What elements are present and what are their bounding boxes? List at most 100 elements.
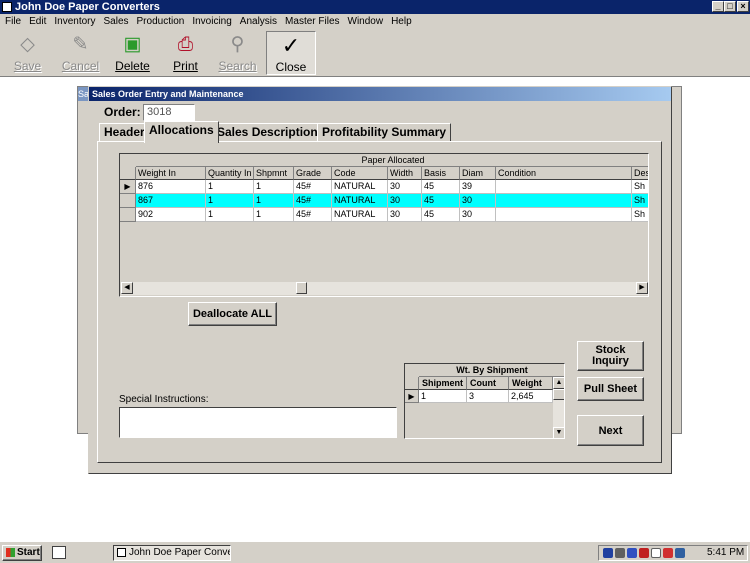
cell-basis[interactable]: 45 (422, 180, 460, 194)
col-weight[interactable]: Weight (509, 377, 553, 390)
print-button[interactable]: ⎙ Print (163, 31, 208, 75)
row-pointer-icon[interactable]: ▶ (405, 390, 419, 403)
clock[interactable]: 5:41 PM (707, 546, 744, 560)
cell-quantity-in[interactable]: 1 (206, 180, 254, 194)
close-button[interactable]: ✓ Close (266, 31, 316, 75)
col-description[interactable]: Des (632, 167, 648, 180)
menu-production[interactable]: Production (132, 14, 188, 29)
pull-sheet-button[interactable]: Pull Sheet (577, 377, 644, 401)
volume-icon[interactable] (675, 548, 685, 558)
col-weight-in[interactable]: Weight In (136, 167, 206, 180)
cancel-button[interactable]: ✎ Cancel (58, 31, 103, 75)
cell-shpmnt[interactable]: 1 (254, 180, 294, 194)
scroll-left-icon[interactable]: ◀ (121, 282, 133, 294)
cell-quantity-in[interactable]: 1 (206, 194, 254, 208)
tab-sales-descriptions[interactable]: Sales Descriptions (212, 123, 330, 142)
scroll-thumb[interactable] (553, 389, 564, 400)
deallocate-all-button[interactable]: Deallocate ALL (188, 302, 277, 326)
cell-count[interactable]: 3 (467, 390, 509, 403)
cell-description[interactable]: Sh (632, 194, 648, 208)
stock-inquiry-button[interactable]: Stock Inquiry (577, 341, 644, 371)
start-button[interactable]: Start (2, 545, 42, 561)
row-selector[interactable] (120, 194, 136, 208)
vertical-scrollbar[interactable]: ▲ ▼ (553, 377, 564, 438)
cell-code[interactable]: NATURAL (332, 208, 388, 222)
cell-weight-in[interactable]: 867 (136, 194, 206, 208)
tray-icon[interactable] (663, 548, 673, 558)
cell-grade[interactable]: 45# (294, 208, 332, 222)
taskbar-app-button[interactable]: John Doe Paper Conve... (113, 545, 231, 561)
scroll-up-icon[interactable]: ▲ (553, 377, 564, 389)
close-window-button[interactable]: × (737, 1, 749, 12)
col-grade[interactable]: Grade (294, 167, 332, 180)
menu-master-files[interactable]: Master Files (280, 14, 342, 29)
delete-button[interactable]: ▣ Delete (110, 31, 155, 75)
col-shipment[interactable]: Shipment (419, 377, 467, 390)
menu-invoicing[interactable]: Invoicing (187, 14, 234, 29)
quick-launch-icon[interactable] (52, 546, 66, 559)
cell-weight-in[interactable]: 876 (136, 180, 206, 194)
minimize-button[interactable]: _ (712, 1, 724, 12)
col-width[interactable]: Width (388, 167, 422, 180)
row-pointer-icon[interactable]: ▶ (120, 180, 136, 194)
menu-inventory[interactable]: Inventory (49, 14, 98, 29)
scroll-down-icon[interactable]: ▼ (553, 427, 564, 438)
tray-icon[interactable] (639, 548, 649, 558)
shield-icon[interactable] (627, 548, 637, 558)
cell-diam[interactable]: 30 (460, 194, 496, 208)
special-instructions-input[interactable] (119, 407, 397, 438)
cell-code[interactable]: NATURAL (332, 194, 388, 208)
col-quantity-in[interactable]: Quantity In (206, 167, 254, 180)
row-selector[interactable] (120, 208, 136, 222)
menu-sales[interactable]: Sales (99, 14, 132, 29)
menu-window[interactable]: Window (343, 14, 387, 29)
next-button[interactable]: Next (577, 415, 644, 446)
cell-weight[interactable]: 2,645 (509, 390, 553, 403)
cell-description[interactable]: Sh (632, 180, 648, 194)
tab-header[interactable]: Header (99, 123, 150, 142)
weight-by-shipment-grid[interactable]: Wt. By Shipment Shipment Count Weight ▶ … (404, 363, 565, 439)
cell-grade[interactable]: 45# (294, 180, 332, 194)
cell-description[interactable]: Sh (632, 208, 648, 222)
cell-diam[interactable]: 30 (460, 208, 496, 222)
menu-edit[interactable]: Edit (24, 14, 49, 29)
cell-basis[interactable]: 45 (422, 194, 460, 208)
scroll-right-icon[interactable]: ▶ (636, 282, 648, 294)
col-diam[interactable]: Diam (460, 167, 496, 180)
col-condition[interactable]: Condition (496, 167, 632, 180)
cell-shpmnt[interactable]: 1 (254, 208, 294, 222)
cell-condition[interactable] (496, 208, 632, 222)
search-button[interactable]: ⚲ Search (215, 31, 260, 75)
scroll-thumb[interactable] (296, 282, 307, 294)
menu-help[interactable]: Help (386, 14, 415, 29)
horizontal-scrollbar[interactable]: ◀ ▶ (121, 282, 648, 295)
col-code[interactable]: Code (332, 167, 388, 180)
tray-icon[interactable] (615, 548, 625, 558)
menu-file[interactable]: File (0, 14, 24, 29)
cell-condition[interactable] (496, 194, 632, 208)
cell-grade[interactable]: 45# (294, 194, 332, 208)
cell-weight-in[interactable]: 902 (136, 208, 206, 222)
tab-allocations[interactable]: Allocations (144, 121, 219, 143)
cell-width[interactable]: 30 (388, 194, 422, 208)
tray-icon[interactable] (603, 548, 613, 558)
menu-analysis[interactable]: Analysis (235, 14, 280, 29)
col-basis[interactable]: Basis (422, 167, 460, 180)
order-number-field[interactable]: 3018 (143, 104, 195, 121)
save-button[interactable]: ◇ Save (5, 31, 50, 75)
cell-shipment[interactable]: 1 (419, 390, 467, 403)
cell-width[interactable]: 30 (388, 180, 422, 194)
cell-diam[interactable]: 39 (460, 180, 496, 194)
tab-profitability-summary[interactable]: Profitability Summary (317, 123, 452, 142)
cell-quantity-in[interactable]: 1 (206, 208, 254, 222)
restore-button[interactable]: □ (724, 1, 736, 12)
cell-condition[interactable] (496, 180, 632, 194)
tray-icon[interactable] (651, 548, 661, 558)
col-count[interactable]: Count (467, 377, 509, 390)
col-shpmnt[interactable]: Shpmnt (254, 167, 294, 180)
paper-allocated-grid[interactable]: Paper Allocated Weight In Quantity In Sh… (119, 153, 649, 297)
cell-shpmnt[interactable]: 1 (254, 194, 294, 208)
cell-basis[interactable]: 45 (422, 208, 460, 222)
cell-width[interactable]: 30 (388, 208, 422, 222)
cell-code[interactable]: NATURAL (332, 180, 388, 194)
